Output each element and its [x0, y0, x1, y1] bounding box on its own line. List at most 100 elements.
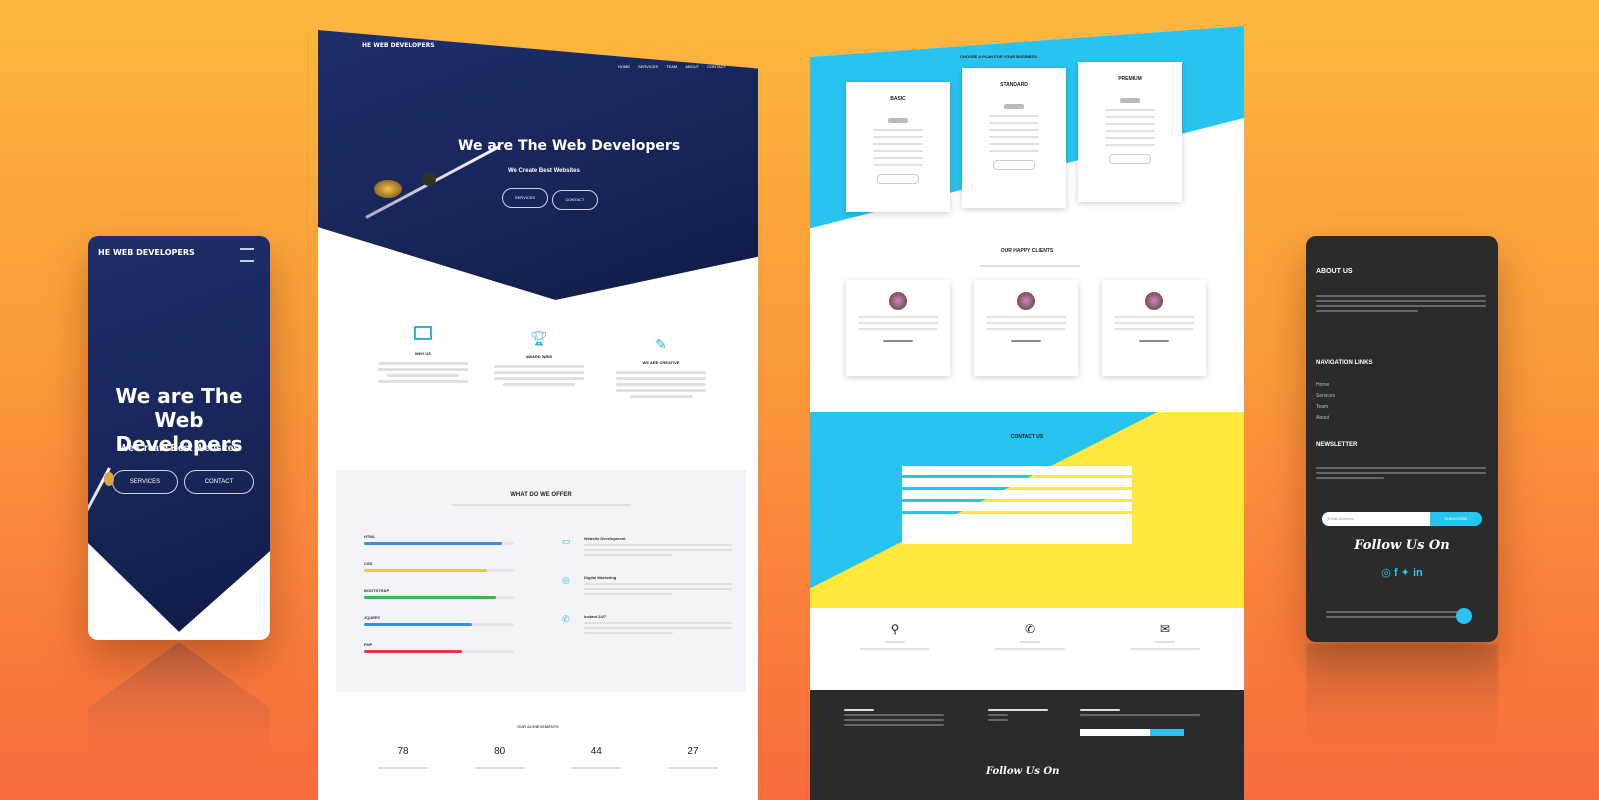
plan-button[interactable] — [993, 160, 1035, 170]
nav-link[interactable]: Team — [1316, 404, 1335, 410]
mobile-left-reflection — [88, 642, 270, 752]
monitor-icon — [414, 326, 432, 340]
clients-title: OUR HAPPY CLIENTS — [1000, 248, 1054, 254]
newsletter-form: Email Address SUBSCRIBE — [1322, 512, 1482, 526]
stat-item: 78 — [378, 746, 428, 772]
stat-item: 80 — [474, 746, 525, 772]
monitor-icon: ▭ — [562, 536, 571, 546]
skill-bar-fill — [364, 596, 496, 599]
twitter-icon[interactable]: ✦ — [1401, 567, 1410, 579]
nav-home[interactable]: HOME — [618, 64, 630, 69]
message-field[interactable] — [902, 514, 1132, 544]
scroll-top-button[interactable] — [1456, 608, 1472, 624]
hamburger-icon[interactable] — [240, 248, 254, 262]
client-card — [1102, 280, 1206, 376]
mobile-contact-button[interactable]: CONTACT — [184, 470, 254, 494]
skill-name: PHP — [364, 642, 373, 647]
stat-item: 44 — [571, 746, 622, 772]
nav-about[interactable]: ABOUT — [685, 64, 699, 69]
desktop-brand[interactable]: HE WEB DEVELOPERS — [362, 42, 435, 49]
footer-follow: Follow Us On — [986, 766, 1060, 777]
facebook-icon[interactable]: f — [1394, 567, 1398, 579]
avatar — [1017, 292, 1035, 310]
phone-icon: ✆ — [562, 614, 570, 624]
nav-link[interactable]: Services — [1316, 393, 1335, 399]
plan-name: STANDARD — [1000, 82, 1028, 88]
name-field[interactable] — [902, 466, 1132, 475]
service-item: ◎ Digital Marketing — [562, 575, 732, 598]
skill-row: CSS — [364, 561, 514, 572]
avatar — [889, 292, 907, 310]
nav-contact[interactable]: CONTACT — [707, 64, 726, 69]
stats-title: OUR ACHIEVEMENTS — [517, 724, 559, 729]
mobile-hero-subtitle: We Create Best Websites — [119, 443, 239, 454]
skill-name: BOOTSTRAP — [364, 588, 390, 593]
client-card — [846, 280, 950, 376]
desktop-nav: HOME SERVICES TEAM ABOUT CONTACT — [618, 64, 726, 69]
mail-icon: ✉ — [1159, 622, 1171, 636]
bee-image-2 — [422, 172, 436, 186]
feature-title: WE ARE CREATIVE — [642, 360, 680, 365]
linkedin-icon[interactable]: in — [1413, 567, 1423, 579]
follow-title: Follow Us On — [1354, 538, 1450, 553]
skill-name: HTML — [364, 534, 376, 539]
email-input[interactable]: Email Address — [1322, 512, 1430, 526]
pricing-plans: BASIC STANDARD PREMIUM — [846, 62, 1206, 232]
clients-row — [846, 280, 1206, 376]
service-item: ✆ Instant 24/7 — [562, 614, 732, 637]
nav-links-title: NAVIGATION LINKS — [1316, 360, 1373, 366]
contact-info-row: ⚲ ✆ ✉ — [850, 622, 1210, 655]
desktop-services-button[interactable]: SERVICES — [502, 188, 548, 208]
nav-link[interactable]: About — [1316, 415, 1335, 421]
contact-item: ⚲ — [850, 622, 940, 655]
email-field[interactable] — [902, 478, 1132, 487]
subject-field[interactable] — [902, 502, 1132, 511]
plan-name: PREMIUM — [1118, 76, 1142, 82]
skill-row: PHP — [364, 642, 514, 653]
contact-item: ✉ — [1120, 622, 1210, 655]
trophy-icon: 🏆︎ — [530, 330, 548, 346]
skill-bar-fill — [364, 542, 502, 545]
nav-services[interactable]: SERVICES — [638, 64, 658, 69]
pricing-card: BASIC — [846, 82, 950, 212]
desktop-mockup-left: HE WEB DEVELOPERS HOME SERVICES TEAM ABO… — [318, 30, 758, 800]
newsletter-text — [1316, 464, 1486, 482]
desktop-contact-button[interactable]: CONTACT — [552, 190, 598, 210]
feature-title: AWARD WINS — [525, 354, 553, 359]
desktop-mockup-right: CHOOSE A PLAN FOR YOUR BUSINESS BASIC STA… — [810, 26, 1244, 800]
bee-image — [374, 180, 402, 198]
feature-title: WHY US — [415, 351, 431, 356]
plan-button[interactable] — [877, 174, 919, 184]
contact-item: ✆ — [985, 622, 1075, 655]
stat-value: 27 — [687, 746, 699, 757]
mobile-brand[interactable]: HE WEB DEVELOPERS — [98, 248, 195, 257]
phone-field[interactable] — [902, 490, 1132, 499]
newsletter-title: NEWSLETTER — [1316, 442, 1358, 448]
skill-bar-fill — [364, 569, 487, 572]
skill-name: CSS — [364, 561, 373, 566]
mobile-mockup-right: ABOUT US NAVIGATION LINKS Home Services Te… — [1306, 236, 1498, 642]
pricing-title: CHOOSE A PLAN FOR YOUR BUSINESS — [960, 54, 1037, 59]
desktop-hero-subtitle: We Create Best Websites — [508, 168, 580, 174]
plan-button[interactable] — [1109, 154, 1151, 164]
service-title: Instant 24/7 — [584, 614, 607, 619]
feature-creative: ✎ WE ARE CREATIVE — [616, 336, 706, 401]
skill-bar — [364, 650, 514, 653]
skill-bar — [364, 596, 514, 599]
skill-row: HTML — [364, 534, 514, 545]
pencil-icon: ✎ — [655, 336, 667, 352]
service-title: Website Development — [584, 536, 626, 541]
social-icons: ◎ f ✦ in — [1306, 566, 1498, 579]
skills-list: HTML CSS BOOTSTRAP JQUERY PHP — [364, 534, 514, 669]
contact-form — [902, 466, 1132, 544]
nav-team[interactable]: TEAM — [666, 64, 677, 69]
about-title: ABOUT US — [1316, 268, 1353, 275]
skill-row: JQUERY — [364, 615, 514, 626]
instagram-icon[interactable]: ◎ — [1381, 567, 1391, 579]
mobile-services-button[interactable]: SERVICES — [112, 470, 178, 494]
pricing-card: PREMIUM — [1078, 62, 1182, 202]
nav-link[interactable]: Home — [1316, 382, 1335, 388]
contact-title: CONTACT US — [1010, 434, 1044, 440]
feature-award-wins: 🏆︎ AWARD WINS — [494, 330, 584, 389]
subscribe-button[interactable]: SUBSCRIBE — [1430, 512, 1482, 526]
